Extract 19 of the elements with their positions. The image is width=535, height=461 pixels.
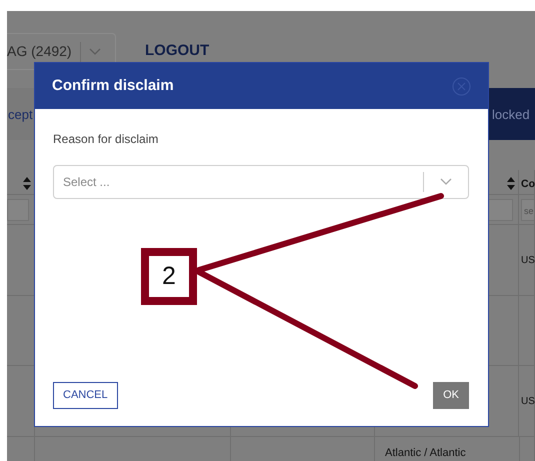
callout-number: 2: [141, 248, 197, 305]
select-field[interactable]: Select ...: [53, 165, 469, 199]
tab[interactable]: cept: [7, 88, 37, 140]
tab[interactable]: locked: [489, 88, 535, 140]
filter-field[interactable]: [7, 199, 29, 221]
dropdown-value: AG (2492): [7, 42, 72, 61]
chevron-down-icon: [88, 48, 101, 56]
table-cell-text: US: [520, 394, 534, 408]
filter-field[interactable]: se: [521, 199, 534, 221]
chevron-down-icon[interactable]: [440, 178, 452, 186]
table-cell-text: US: [520, 254, 534, 268]
dialog-title: Confirm disclaim: [52, 76, 174, 96]
select-placeholder: Select ...: [63, 174, 110, 191]
table-cell-text: Atlantic / Atlantic: [384, 446, 467, 461]
field-label: Reason for disclaim: [53, 131, 160, 148]
sort-icon[interactable]: [23, 177, 31, 190]
sort-icon[interactable]: [507, 177, 515, 190]
dialog-button[interactable]: CANCEL: [53, 382, 118, 409]
column-header: Co: [520, 177, 534, 192]
